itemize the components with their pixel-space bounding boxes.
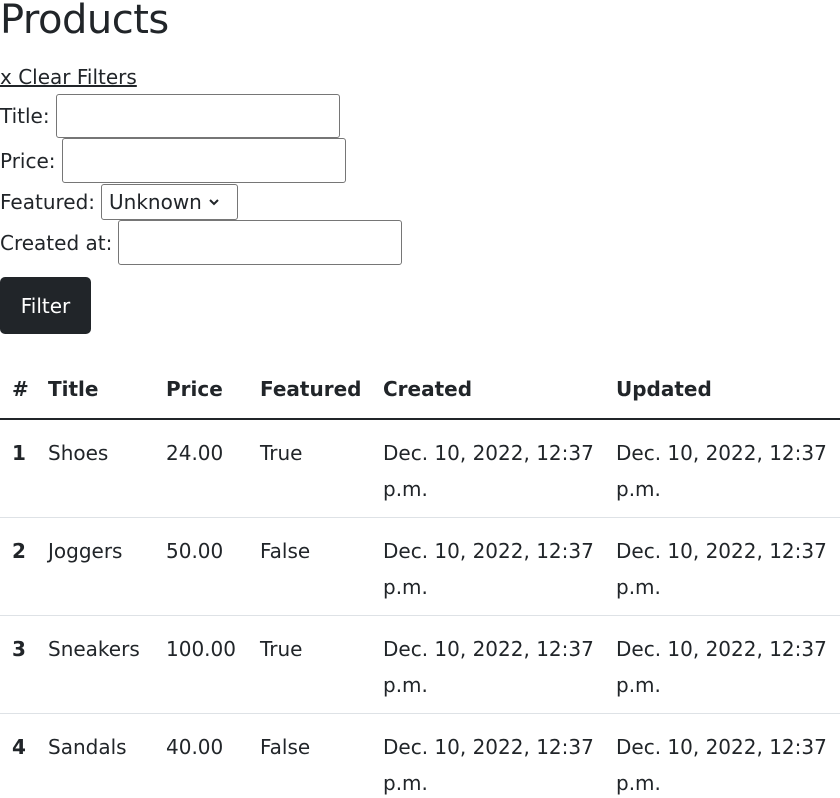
header-num: # [0,362,40,420]
title-filter-label: Title: [0,104,50,128]
price-filter-row: Price: [0,138,346,183]
filter-button[interactable]: Filter [0,277,91,334]
created-filter-label: Created at: [0,230,113,255]
featured-selected-value: Unknown [109,190,202,214]
header-updated: Updated [608,362,840,420]
title-filter-row: Title: [0,94,340,138]
table-row: 3 Sneakers 100.00 True Dec. 10, 2022, 12… [0,615,840,714]
title-filter-input[interactable] [55,94,340,138]
row-num: 4 [0,713,40,798]
row-updated: Dec. 10, 2022, 12:37 p.m. [608,713,840,798]
created-filter-row: Created at: [0,220,403,265]
row-price: 24.00 [158,419,252,518]
clear-filters-link[interactable]: x Clear Filters [0,64,137,90]
header-title: Title [40,362,158,420]
row-title: Sneakers [40,615,158,714]
row-created: Dec. 10, 2022, 12:37 p.m. [375,713,608,798]
page-title: Products [0,0,169,43]
row-price: 40.00 [158,713,252,798]
table-row: 2 Joggers 50.00 False Dec. 10, 2022, 12:… [0,517,840,616]
row-updated: Dec. 10, 2022, 12:37 p.m. [608,615,840,714]
row-created: Dec. 10, 2022, 12:37 p.m. [375,517,608,616]
products-table: # Title Price Featured Created Updated 1… [0,362,840,798]
created-filter-input[interactable] [118,220,403,265]
row-title: Shoes [40,419,158,518]
table-row: 1 Shoes 24.00 True Dec. 10, 2022, 12:37 … [0,419,840,518]
row-num: 3 [0,615,40,714]
featured-filter-select[interactable]: Unknown [101,184,239,220]
header-featured: Featured [252,362,375,420]
row-featured: True [252,615,375,714]
row-title: Sandals [40,713,158,798]
table-row: 4 Sandals 40.00 False Dec. 10, 2022, 12:… [0,713,840,798]
chevron-down-icon [209,199,219,206]
featured-filter-row: Featured: Unknown [0,184,239,220]
featured-filter-label: Featured: [0,190,96,214]
row-num: 1 [0,419,40,518]
price-filter-label: Price: [0,148,56,173]
header-created: Created [375,362,608,420]
row-price: 100.00 [158,615,252,714]
row-featured: False [252,517,375,616]
row-title: Joggers [40,517,158,616]
row-created: Dec. 10, 2022, 12:37 p.m. [375,419,608,518]
row-updated: Dec. 10, 2022, 12:37 p.m. [608,517,840,616]
row-created: Dec. 10, 2022, 12:37 p.m. [375,615,608,714]
products-page: Products x Clear Filters Title: Price: F… [0,0,840,798]
row-featured: True [252,419,375,518]
row-featured: False [252,713,375,798]
price-filter-input[interactable] [61,138,346,183]
row-num: 2 [0,517,40,616]
table-header-row: # Title Price Featured Created Updated [0,362,840,420]
row-price: 50.00 [158,517,252,616]
row-updated: Dec. 10, 2022, 12:37 p.m. [608,419,840,518]
header-price: Price [158,362,252,420]
